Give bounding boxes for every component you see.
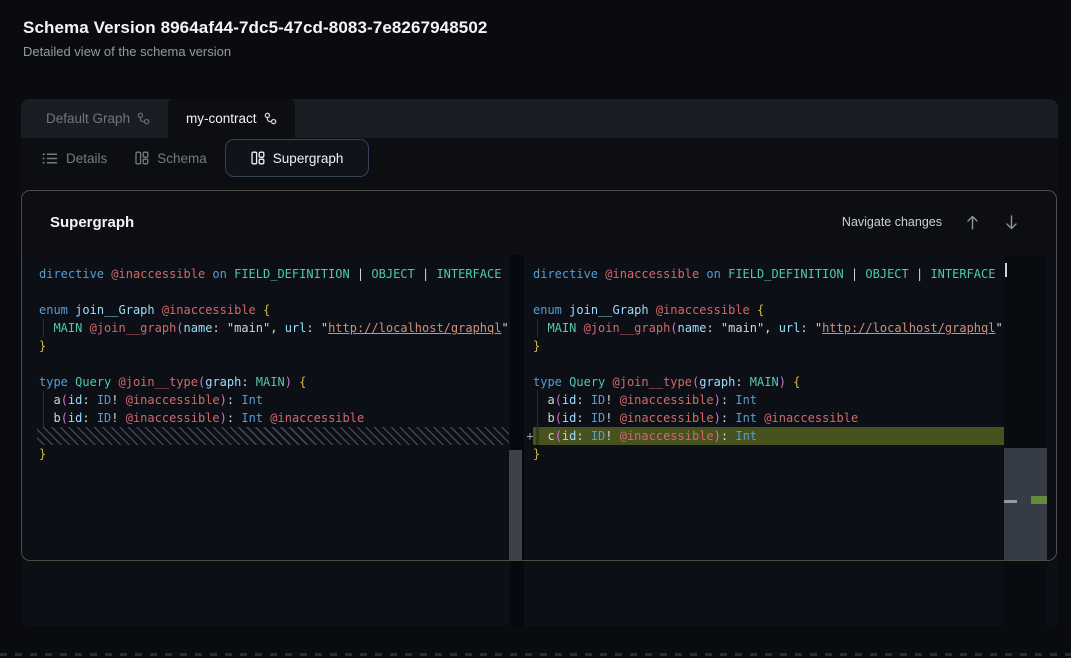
code-line: enum join__Graph @inaccessible { bbox=[21, 301, 509, 319]
tab-label: Supergraph bbox=[273, 151, 344, 166]
code-line: MAIN @join__graph(name: "main", url: "ht… bbox=[524, 319, 1004, 337]
code-line: directive @inaccessible on FIELD_DEFINIT… bbox=[524, 265, 1004, 283]
code-line: type Query @join__type(graph: MAIN) { bbox=[524, 373, 1004, 391]
page-subtitle: Detailed view of the schema version bbox=[23, 44, 231, 59]
tab-label: my-contract bbox=[186, 111, 257, 126]
overview-ruler[interactable] bbox=[1004, 255, 1047, 626]
tab-label: Details bbox=[66, 151, 107, 166]
tab-my-contract[interactable]: my-contract bbox=[168, 99, 295, 138]
list-icon bbox=[42, 152, 58, 165]
code-line: type Query @join__type(graph: MAIN) { bbox=[21, 373, 509, 391]
diff-removed-placeholder bbox=[21, 427, 509, 445]
arrow-up-icon[interactable] bbox=[963, 213, 981, 231]
code-line: } bbox=[21, 445, 509, 463]
modified-pane[interactable]: directive @inaccessible on FIELD_DEFINIT… bbox=[524, 255, 1004, 626]
code-line: } bbox=[524, 337, 1004, 355]
tab-label: Default Graph bbox=[46, 111, 130, 126]
tab-default-graph[interactable]: Default Graph bbox=[28, 99, 168, 138]
arrow-down-icon[interactable] bbox=[1002, 213, 1020, 231]
supergraph-diff-editor: directive @inaccessible on FIELD_DEFINIT… bbox=[21, 255, 1058, 626]
schema-version-card: Default Graph my-contract Details Schema Su… bbox=[21, 99, 1058, 626]
code-line: a(id: ID! @inaccessible): Int bbox=[21, 391, 509, 409]
code-line bbox=[524, 355, 1004, 373]
diff-hatch-pattern bbox=[37, 427, 509, 445]
tab-details[interactable]: Details bbox=[40, 151, 109, 166]
graph-tabs: Default Graph my-contract bbox=[21, 99, 1058, 138]
code-line: enum join__Graph @inaccessible { bbox=[524, 301, 1004, 319]
original-pane[interactable]: directive @inaccessible on FIELD_DEFINIT… bbox=[21, 255, 509, 626]
right-scrollbar-thumb[interactable] bbox=[1004, 448, 1047, 560]
tab-supergraph[interactable]: Supergraph bbox=[225, 139, 370, 177]
original-code: directive @inaccessible on FIELD_DEFINIT… bbox=[21, 255, 509, 463]
modified-code: directive @inaccessible on FIELD_DEFINIT… bbox=[524, 255, 1004, 463]
panel-title: Supergraph bbox=[50, 214, 134, 231]
code-line: } bbox=[524, 445, 1004, 463]
view-tabs: Details Schema Supergraph bbox=[21, 138, 1058, 178]
code-line bbox=[524, 283, 1004, 301]
navigate-changes-group: Navigate changes bbox=[842, 213, 1020, 231]
tab-label: Schema bbox=[157, 151, 207, 166]
code-line bbox=[21, 283, 509, 301]
overview-insert-marker bbox=[1031, 496, 1047, 504]
tab-schema[interactable]: Schema bbox=[133, 151, 209, 166]
variant-icon bbox=[137, 112, 150, 125]
panels-icon bbox=[251, 151, 265, 165]
navigate-changes-label: Navigate changes bbox=[842, 215, 942, 229]
code-line: a(id: ID! @inaccessible): Int bbox=[524, 391, 1004, 409]
code-line bbox=[21, 355, 509, 373]
supergraph-panel-header: Supergraph Navigate changes bbox=[21, 190, 1058, 254]
code-line: MAIN @join__graph(name: "main", url: "ht… bbox=[21, 319, 509, 337]
bottom-dashed-rule bbox=[0, 653, 1071, 656]
code-line: directive @inaccessible on FIELD_DEFINIT… bbox=[21, 265, 509, 283]
panels-icon bbox=[135, 151, 149, 165]
variant-icon bbox=[264, 112, 277, 125]
page-title: Schema Version 8964af44-7dc5-47cd-8083-7… bbox=[23, 18, 487, 38]
schema-version-page: Schema Version 8964af44-7dc5-47cd-8083-7… bbox=[0, 0, 1071, 658]
diff-insert-sign: + bbox=[522, 427, 538, 445]
code-line: b(id: ID! @inaccessible): Int @inaccessi… bbox=[21, 409, 509, 427]
code-line: b(id: ID! @inaccessible): Int @inaccessi… bbox=[524, 409, 1004, 427]
overview-position-marker bbox=[1004, 500, 1017, 503]
overview-cursor-marker bbox=[1005, 263, 1007, 277]
code-line: c(id: ID! @inaccessible): Int bbox=[524, 427, 1004, 445]
left-scrollbar-thumb[interactable] bbox=[509, 450, 522, 561]
code-line: } bbox=[21, 337, 509, 355]
